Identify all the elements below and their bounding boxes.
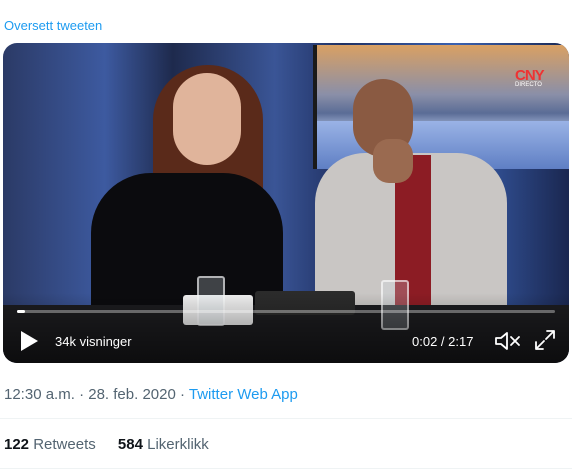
video-progress-fill <box>17 310 26 313</box>
likes-stat[interactable]: 584 Likerklikk <box>118 436 209 453</box>
video-time: 0:02 / 2:17 <box>412 334 474 349</box>
view-count: 34k visninger <box>55 334 132 349</box>
tweet-time[interactable]: 12:30 a.m. <box>4 386 75 403</box>
video-elapsed: 0:02 <box>412 334 438 349</box>
video-progress-bar[interactable] <box>17 310 555 313</box>
tweet-stats-row: 122 Retweets 584 Likerklikk <box>4 436 227 453</box>
tweet-source-link[interactable]: Twitter Web App <box>189 386 298 403</box>
volume-muted-icon <box>495 332 520 350</box>
play-icon <box>21 331 38 351</box>
video-player[interactable]: CNY DIRECTO 34k visninger 0:02 / 2:17 <box>3 43 569 363</box>
tweet-timestamp-row: 12:30 a.m. · 28. feb. 2020 · Twitter Web… <box>4 386 298 403</box>
fullscreen-icon <box>535 330 555 350</box>
channel-logo: CNY DIRECTO <box>515 67 545 88</box>
divider <box>0 418 572 419</box>
play-button[interactable] <box>18 329 40 353</box>
retweets-stat[interactable]: 122 Retweets <box>4 436 100 453</box>
tweet-date[interactable]: 28. feb. 2020 <box>88 386 176 403</box>
studio-screen: CNY DIRECTO <box>313 45 569 169</box>
mute-button[interactable] <box>493 329 521 353</box>
fullscreen-button[interactable] <box>533 328 557 352</box>
translate-tweet-link[interactable]: Oversett tweeten <box>4 18 102 33</box>
video-duration: 2:17 <box>448 334 474 349</box>
